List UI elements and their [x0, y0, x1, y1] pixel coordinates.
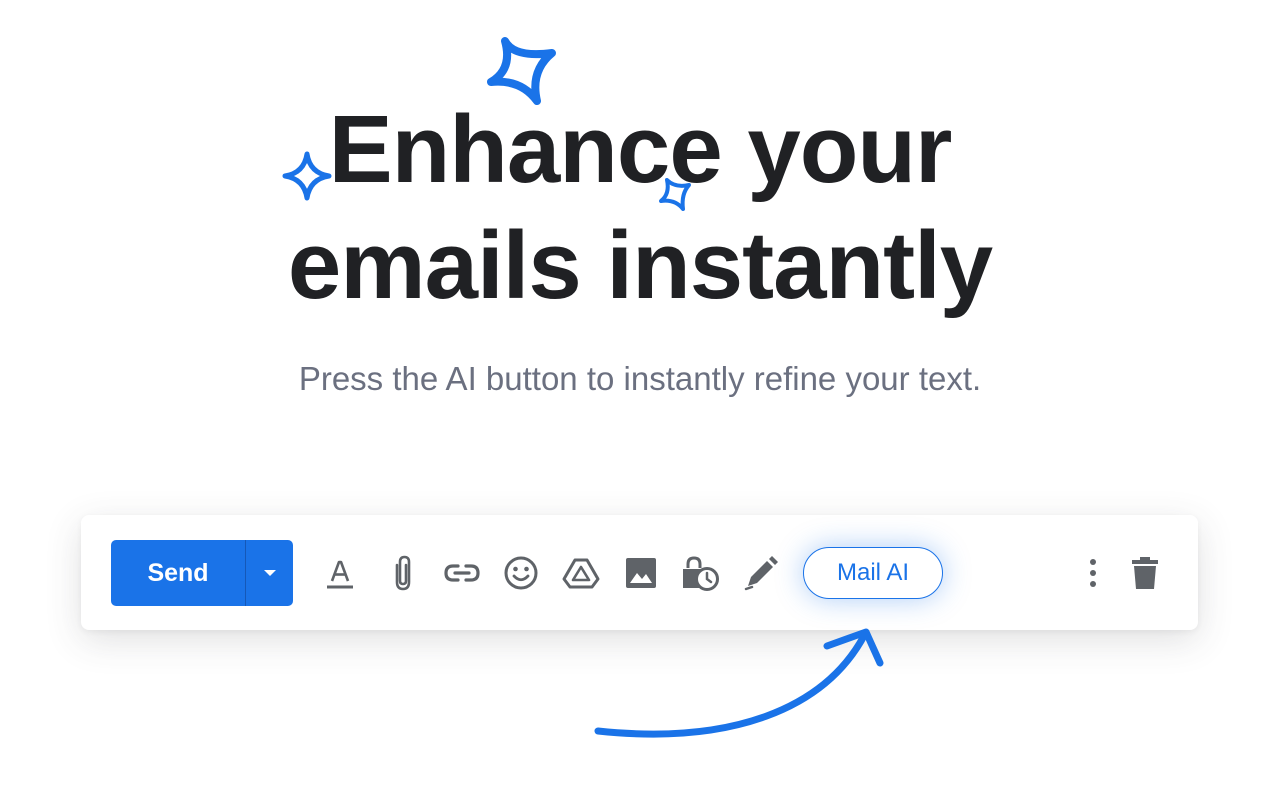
pointer-arrow-icon	[594, 628, 884, 738]
promo-stage: Enhance your emails instantly Press the …	[0, 0, 1280, 800]
